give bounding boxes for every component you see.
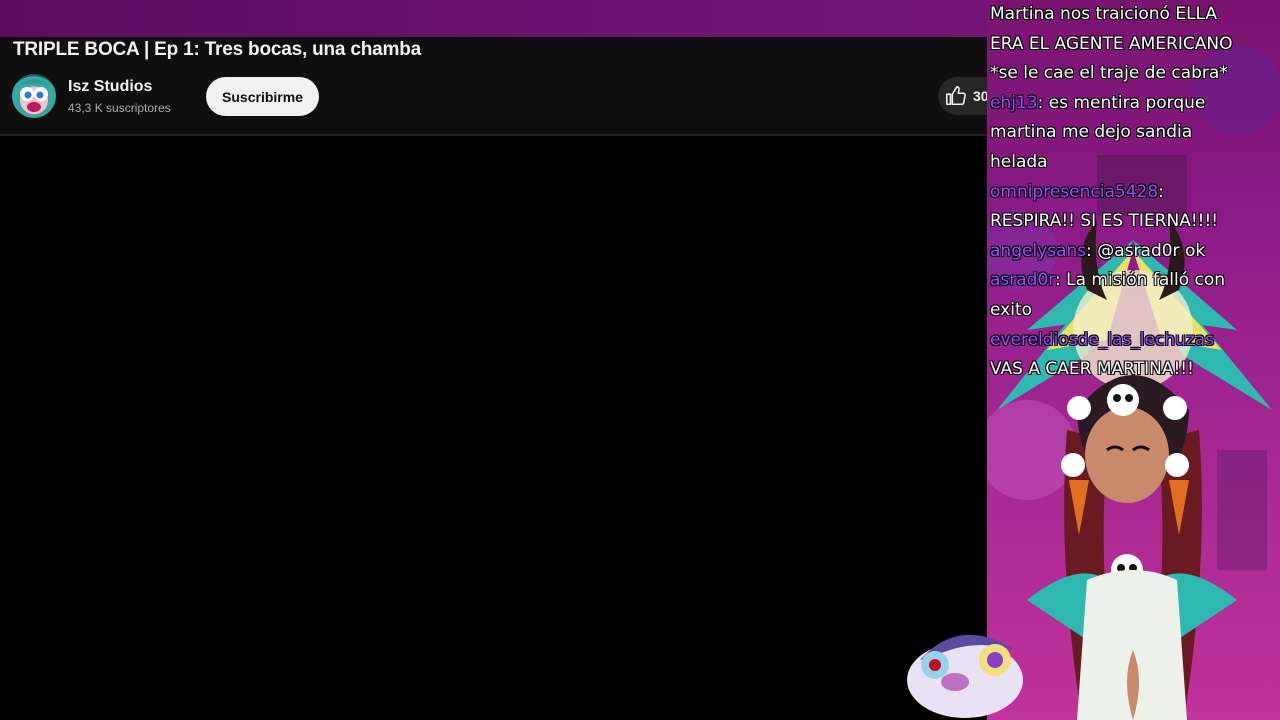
youtube-window: TRIPLE BOCA | Ep 1: Tres bocas, una cham…	[0, 37, 998, 720]
chat-overlay: Martina nos traicionó ELLA ERA EL AGENTE …	[990, 0, 1280, 385]
chat-message-line: Martina nos traicionó ELLA	[990, 0, 1280, 30]
video-info-header: TRIPLE BOCA | Ep 1: Tres bocas, una cham…	[0, 37, 998, 136]
subscribe-button[interactable]: Suscribirme	[206, 77, 319, 116]
chat-message-line: angelysans: @asrad0r ok	[990, 237, 1280, 267]
chat-text: martina me dejo sandia	[990, 122, 1193, 143]
chat-message-line: RESPIRA!! SI ES TIERNA!!!!	[990, 207, 1280, 237]
video-player[interactable]	[0, 136, 987, 720]
chat-text: : @asrad0r ok	[1086, 240, 1206, 261]
chat-text: VAS A CAER MARTINA!!!	[990, 359, 1194, 380]
chat-text: :	[1158, 181, 1164, 202]
chat-message-line: ehj13: es mentira porque	[990, 89, 1280, 119]
chat-username: asrad0r	[990, 270, 1055, 291]
chat-message-line: helada	[990, 148, 1280, 178]
chat-text: RESPIRA!! SI ES TIERNA!!!!	[990, 211, 1219, 232]
channel-name[interactable]: Isz Studios	[68, 78, 152, 96]
chat-message-line: exito	[990, 296, 1280, 326]
chat-message-line: ERA EL AGENTE AMERICANO	[990, 30, 1280, 60]
chat-message-line: martina me dejo sandia	[990, 118, 1280, 148]
chat-username: angelysans	[990, 240, 1087, 261]
chat-text: Martina nos traicionó ELLA	[990, 4, 1218, 24]
chat-message-line: omnipresencia5428:	[990, 178, 1280, 208]
chat-text: exito	[990, 299, 1033, 320]
chat-message-line: *se le cae el traje de cabra*	[990, 59, 1280, 89]
chat-text: ERA EL AGENTE AMERICANO	[990, 33, 1233, 54]
chat-message-line: evereldiosde_las_lechuzas	[990, 326, 1280, 356]
channel-avatar[interactable]	[12, 74, 56, 118]
mascot-sticker	[907, 634, 1023, 718]
chat-text: : La misión falló con	[1054, 270, 1226, 291]
chat-username: ehj13	[990, 92, 1038, 113]
chat-username: omnipresencia5428	[990, 181, 1159, 202]
chat-text: helada	[990, 151, 1048, 172]
video-title: TRIPLE BOCA | Ep 1: Tres bocas, una cham…	[13, 39, 421, 60]
vtuber-stream-panel: Martina nos traicionó ELLA ERA EL AGENTE …	[987, 0, 1280, 720]
chat-text: : es mentira porque	[1037, 92, 1206, 113]
chat-message-line: VAS A CAER MARTINA!!!	[990, 355, 1280, 385]
chat-message-line: asrad0r: La misión falló con	[990, 266, 1280, 296]
subscriber-count: 43,3 K suscriptores	[68, 101, 171, 115]
chat-username: evereldiosde_las_lechuzas	[990, 329, 1215, 350]
chat-text: *se le cae el traje de cabra*	[990, 63, 1228, 84]
channel-avatar-face-icon	[16, 79, 52, 112]
thumbs-up-icon	[946, 86, 966, 106]
